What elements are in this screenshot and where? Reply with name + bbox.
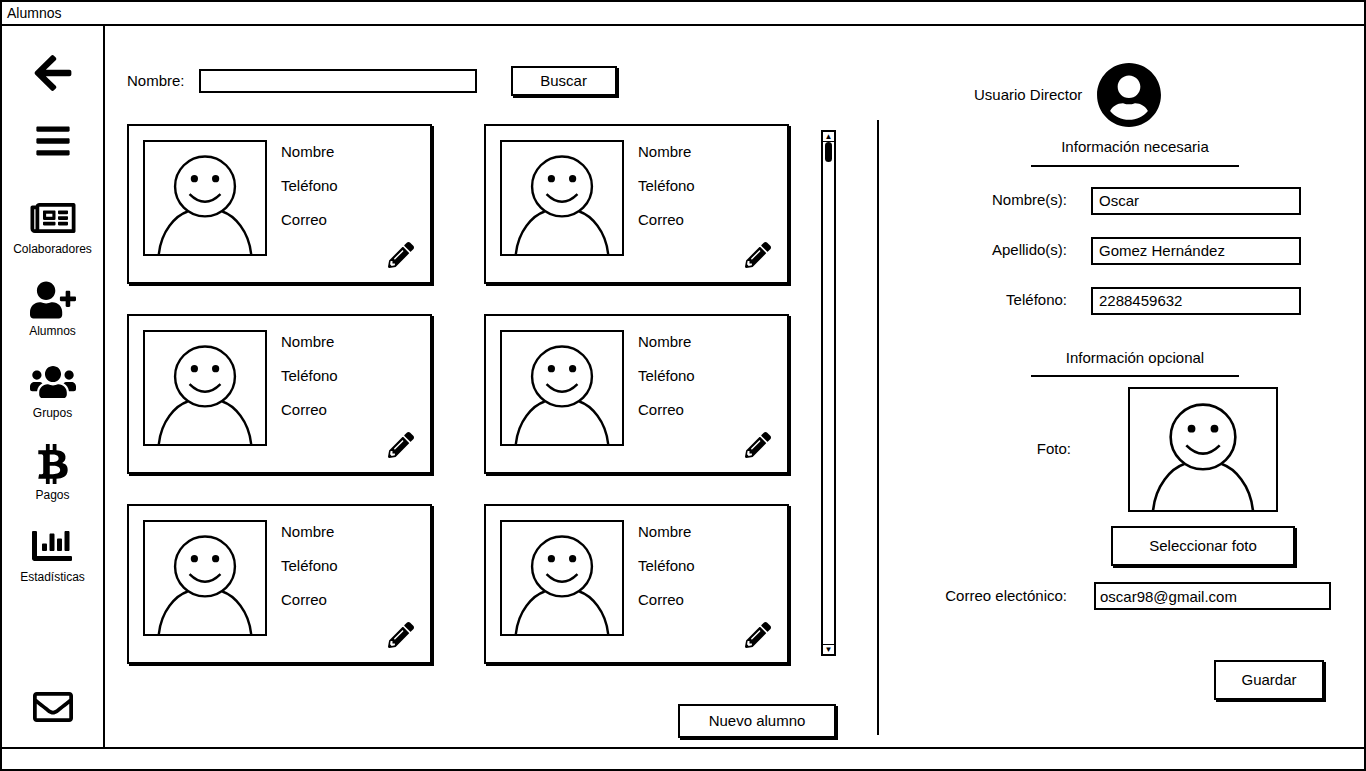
text-input[interactable] bbox=[1091, 287, 1301, 315]
student-card[interactable]: Nombre Teléfono Correo bbox=[484, 504, 789, 664]
scrollbar-thumb[interactable] bbox=[825, 142, 832, 162]
search-button[interactable]: Buscar bbox=[511, 66, 617, 96]
photo-preview bbox=[1130, 389, 1276, 510]
students-panel: Nombre:Buscar Nombre Teléfono Correo Nombre T… bbox=[105, 26, 877, 747]
text-input[interactable] bbox=[1091, 237, 1301, 265]
user-label: Usuario Director bbox=[974, 84, 1082, 107]
status-bar bbox=[2, 747, 1364, 769]
required-heading: Información necesaria bbox=[1031, 136, 1239, 167]
student-phone: Teléfono bbox=[638, 556, 695, 576]
student-photo bbox=[145, 142, 265, 254]
student-card[interactable]: Nombre Teléfono Correo bbox=[484, 124, 789, 284]
form-field: Nombre(s): bbox=[879, 187, 1364, 215]
student-name: Nombre bbox=[638, 142, 695, 162]
title-bar: Alumnos bbox=[2, 2, 1364, 26]
pencil-icon[interactable] bbox=[388, 622, 414, 648]
envelope-icon[interactable] bbox=[29, 687, 77, 727]
pencil-icon[interactable] bbox=[388, 432, 414, 458]
student-email: Correo bbox=[638, 210, 695, 230]
menu-icon[interactable] bbox=[32, 122, 74, 160]
student-email: Correo bbox=[281, 400, 338, 420]
student-email: Correo bbox=[281, 590, 338, 610]
users-icon bbox=[30, 362, 76, 402]
student-phone: Teléfono bbox=[638, 366, 695, 386]
student-email: Correo bbox=[638, 400, 695, 420]
student-name: Nombre bbox=[281, 522, 338, 542]
search-input[interactable] bbox=[199, 69, 477, 93]
student-card[interactable]: Nombre Teléfono Correo bbox=[127, 124, 432, 284]
student-photo bbox=[145, 332, 265, 444]
pencil-icon[interactable] bbox=[745, 242, 771, 268]
pencil-icon[interactable] bbox=[745, 432, 771, 458]
user-plus-icon bbox=[30, 280, 76, 320]
optional-heading: Información opcional bbox=[1031, 347, 1239, 378]
student-card[interactable]: Nombre Teléfono Correo bbox=[127, 504, 432, 664]
student-email: Correo bbox=[638, 590, 695, 610]
sidebar: Colaboradores Alumnos Grupos Pagos Estadísti… bbox=[2, 26, 105, 747]
student-card[interactable]: Nombre Teléfono Correo bbox=[484, 314, 789, 474]
student-photo bbox=[502, 332, 622, 444]
email-input[interactable] bbox=[1094, 582, 1331, 610]
student-email: Correo bbox=[281, 210, 338, 230]
sidebar-item[interactable]: Grupos bbox=[30, 346, 76, 420]
sidebar-item[interactable]: Estadísticas bbox=[20, 510, 85, 584]
save-button[interactable]: Guardar bbox=[1214, 660, 1324, 700]
back-arrow-icon[interactable] bbox=[32, 52, 74, 94]
student-name: Nombre bbox=[638, 332, 695, 352]
form-field: Apellido(s): bbox=[879, 237, 1364, 265]
select-photo-button[interactable]: Seleccionar foto bbox=[1111, 526, 1295, 566]
student-phone: Teléfono bbox=[281, 176, 338, 196]
student-form: Usuario Director Información necesaria Nom… bbox=[879, 26, 1364, 747]
app-window: Alumnos Colaboradores Alumnos Grupos Pagos Es… bbox=[0, 0, 1366, 771]
sidebar-item[interactable]: Pagos bbox=[30, 428, 76, 502]
new-student-button[interactable]: Nuevo alumno bbox=[678, 704, 836, 738]
student-card[interactable]: Nombre Teléfono Correo bbox=[127, 314, 432, 474]
form-field: Teléfono: bbox=[879, 287, 1364, 315]
email-field: Correo electónico: bbox=[879, 582, 1364, 610]
sidebar-item[interactable]: Colaboradores bbox=[13, 182, 92, 256]
student-name: Nombre bbox=[281, 332, 338, 352]
pencil-icon[interactable] bbox=[388, 242, 414, 268]
pencil-icon[interactable] bbox=[745, 622, 771, 648]
sidebar-item[interactable]: Alumnos bbox=[29, 264, 76, 338]
divider bbox=[877, 120, 879, 735]
bar-chart-icon bbox=[29, 526, 75, 566]
student-phone: Teléfono bbox=[638, 176, 695, 196]
student-photo bbox=[502, 522, 622, 634]
bitcoin-icon bbox=[30, 444, 76, 484]
student-name: Nombre bbox=[281, 142, 338, 162]
student-grid: Nombre Teléfono Correo Nombre Teléfono Correo… bbox=[127, 124, 789, 664]
student-phone: Teléfono bbox=[281, 556, 338, 576]
student-phone: Teléfono bbox=[281, 366, 338, 386]
student-photo bbox=[145, 522, 265, 634]
user-avatar-icon[interactable] bbox=[1096, 62, 1162, 128]
text-input[interactable] bbox=[1091, 187, 1301, 215]
scrollbar[interactable]: ▲▼ bbox=[821, 130, 836, 656]
search-bar: Nombre:Buscar bbox=[127, 66, 877, 96]
student-name: Nombre bbox=[638, 522, 695, 542]
student-photo bbox=[502, 142, 622, 254]
newspaper-icon bbox=[30, 198, 76, 238]
